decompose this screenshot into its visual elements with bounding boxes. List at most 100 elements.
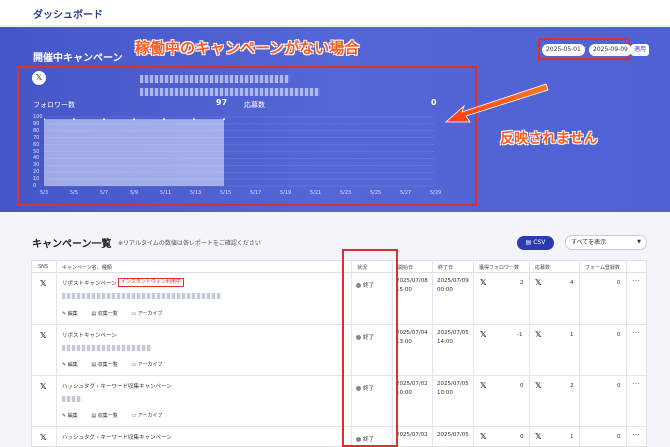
x-logo-icon: 𝕏 bbox=[40, 382, 47, 391]
filter-select[interactable]: すべてを表示 ▼ bbox=[565, 235, 647, 250]
applicant-count: 2 bbox=[570, 383, 574, 389]
form-count: 0 bbox=[617, 332, 621, 338]
archive-link[interactable]: ▭ アーカイブ bbox=[131, 413, 168, 419]
date-from-input[interactable]: 2025-05-01 bbox=[542, 44, 585, 56]
x-logo-icon: 𝕏 bbox=[40, 279, 47, 288]
campaign-name[interactable]: リポストキャンペーン bbox=[62, 279, 117, 287]
table-row[interactable]: 𝕏 リポストキャンペーン ✎ 編集 ▤ 収集一覧 ▭ アーカイブ 終了 2025… bbox=[32, 325, 646, 376]
x-tick-label: 5/17 bbox=[250, 190, 262, 196]
y-tick-label: 40 bbox=[33, 155, 40, 162]
x-logo-icon[interactable]: 𝕏 bbox=[32, 71, 46, 85]
header-followers: 獲得フォロワー数 bbox=[479, 265, 520, 271]
table-row[interactable]: 𝕏 リポストキャンペーン インスタントウィン利用中 ✎ 編集 ▤ 収集一覧 ▭ … bbox=[32, 273, 646, 325]
header-name: キャンペーン名、種類 bbox=[62, 265, 112, 271]
x-tick-label: 5/13 bbox=[190, 190, 202, 196]
chart-point[interactable] bbox=[73, 118, 75, 121]
chart-point[interactable] bbox=[133, 118, 135, 121]
campaign-name[interactable]: ハッシュタグ・キーワード収集キャンペーン bbox=[62, 433, 172, 441]
start-date: 2025/07/08 bbox=[396, 278, 428, 284]
ellipsis-icon[interactable]: ⋯ bbox=[632, 430, 640, 439]
x-logo-icon: 𝕏 bbox=[480, 432, 487, 441]
top-bar: ダッシュボード bbox=[0, 0, 670, 26]
date-to-input[interactable]: 2025-09-09 bbox=[589, 44, 632, 56]
list-link[interactable]: ▤ 収集一覧 bbox=[91, 311, 123, 317]
x-logo-icon: 𝕏 bbox=[480, 330, 487, 339]
y-tick-label: 20 bbox=[33, 169, 40, 176]
x-tick-label: 5/9 bbox=[130, 190, 139, 196]
x-logo-icon: 𝕏 bbox=[535, 432, 542, 441]
follower-count: 2 bbox=[520, 280, 524, 286]
x-tick-label: 5/21 bbox=[310, 190, 322, 196]
start-date: 2025/07/02 bbox=[396, 432, 428, 438]
form-count: 0 bbox=[617, 434, 621, 440]
x-tick-label: 5/7 bbox=[100, 190, 109, 196]
y-tick-label: 100 bbox=[33, 114, 43, 120]
y-tick-label: 60 bbox=[33, 141, 40, 148]
chart-point[interactable] bbox=[163, 118, 165, 121]
table-row[interactable]: 𝕏 ハッシュタグ・キーワード収集キャンペーン ✎ 編集 ▤ 収集一覧 ▭ アーカ… bbox=[32, 376, 646, 427]
instant-win-badge: インスタントウィン利用中 bbox=[118, 278, 184, 287]
x-logo-icon: 𝕏 bbox=[480, 381, 487, 390]
campaign-name[interactable]: リポストキャンペーン bbox=[62, 331, 117, 339]
ellipsis-icon[interactable]: ⋯ bbox=[632, 328, 640, 337]
x-tick-label: 5/23 bbox=[340, 190, 352, 196]
row-actions: ✎ 編集 ▤ 収集一覧 ▭ アーカイブ bbox=[62, 412, 174, 419]
highlight-box-status bbox=[342, 249, 398, 447]
annotation-note: 反映されません bbox=[500, 131, 598, 147]
applicant-count: 4 bbox=[570, 280, 574, 286]
csv-button[interactable]: ▤ CSV bbox=[517, 236, 554, 250]
follower-count: 0 bbox=[520, 434, 524, 440]
blurred-text bbox=[62, 293, 222, 299]
end-date: 2025/07/05 bbox=[437, 330, 469, 336]
campaign-table: SNS キャンペーン名、種類 状況 開始日 終了日 獲得フォロワー数 応募数 フ… bbox=[31, 260, 647, 447]
table-header: SNS キャンペーン名、種類 状況 開始日 終了日 獲得フォロワー数 応募数 フ… bbox=[32, 261, 646, 273]
applicant-label: 応募数 bbox=[244, 101, 265, 109]
chart-x-axis: 5/3 5/5 5/7 5/9 5/11 5/13 5/15 5/17 5/19 5/21 5/23… bbox=[40, 190, 441, 198]
ellipsis-icon[interactable]: ⋯ bbox=[632, 276, 640, 285]
blurred-text bbox=[62, 396, 82, 402]
csv-button-label: CSV bbox=[533, 239, 546, 246]
x-logo-icon: 𝕏 bbox=[480, 278, 487, 287]
row-actions: ✎ 編集 ▤ 収集一覧 ▭ アーカイブ bbox=[62, 310, 174, 317]
campaign-name[interactable]: ハッシュタグ・キーワード収集キャンペーン bbox=[62, 382, 172, 390]
campaign-list-note: ※リアルタイムの数値は各レポートをご確認ください bbox=[118, 240, 261, 247]
x-tick-label: 5/19 bbox=[280, 190, 292, 196]
start-time: 13:00 bbox=[396, 339, 412, 345]
header-forms: フォーム登録数 bbox=[585, 265, 620, 271]
header-end: 終了日 bbox=[438, 265, 454, 271]
archive-link[interactable]: ▭ アーカイブ bbox=[131, 362, 168, 368]
archive-link[interactable]: ▭ アーカイブ bbox=[131, 311, 168, 317]
y-tick-label: 80 bbox=[33, 127, 40, 134]
list-link[interactable]: ▤ 収集一覧 bbox=[91, 413, 123, 419]
edit-link[interactable]: ✎ 編集 bbox=[62, 311, 84, 317]
header-start: 開始日 bbox=[398, 265, 414, 271]
start-date: 2025/07/04 bbox=[396, 330, 428, 336]
end-date: 2025/07/05 bbox=[437, 381, 469, 387]
follower-chart bbox=[44, 116, 434, 187]
x-logo-icon: 𝕏 bbox=[535, 278, 542, 287]
follower-label: フォロワー数 bbox=[33, 101, 75, 109]
follower-count: -1 bbox=[517, 332, 523, 338]
edit-link[interactable]: ✎ 編集 bbox=[62, 362, 84, 368]
date-separator: - bbox=[584, 44, 587, 51]
header-sns: SNS bbox=[38, 264, 49, 270]
y-tick-label: 70 bbox=[33, 134, 40, 141]
follower-count: 0 bbox=[520, 383, 524, 389]
chart-point[interactable] bbox=[223, 118, 225, 121]
blurred-campaign-name bbox=[140, 75, 290, 83]
x-tick-label: 5/25 bbox=[370, 190, 382, 196]
x-tick-label: 5/27 bbox=[400, 190, 412, 196]
list-link[interactable]: ▤ 収集一覧 bbox=[91, 362, 123, 368]
edit-link[interactable]: ✎ 編集 bbox=[62, 413, 84, 419]
chart-point[interactable] bbox=[193, 118, 195, 121]
apply-button[interactable]: 適用 bbox=[631, 44, 650, 56]
end-date: 2025/07/05 bbox=[437, 432, 469, 438]
applicant-count: 1 bbox=[570, 434, 574, 440]
y-tick-label: 0 bbox=[33, 183, 37, 189]
form-count: 0 bbox=[617, 383, 621, 389]
table-row[interactable]: 𝕏 ハッシュタグ・キーワード収集キャンペーン 終了 2025/07/02 202… bbox=[32, 427, 646, 447]
start-date: 2025/07/02 bbox=[396, 381, 428, 387]
chart-point[interactable] bbox=[103, 118, 105, 121]
ellipsis-icon[interactable]: ⋯ bbox=[632, 379, 640, 388]
x-logo-icon: 𝕏 bbox=[40, 433, 47, 442]
